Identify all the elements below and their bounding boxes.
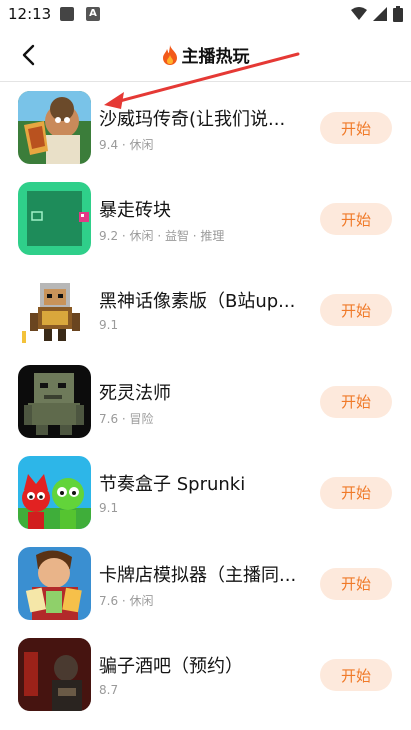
game-meta: 9.1	[99, 500, 119, 515]
start-button[interactable]: 开始	[320, 567, 392, 600]
page-title: 主播热玩	[181, 47, 250, 67]
list-item[interactable]: 沙威玛传奇(让我们说... 9.4 · 休闲 开始	[0, 82, 411, 173]
game-name: 骗子酒吧（预约）	[99, 656, 243, 678]
game-meta: 9.1	[99, 318, 119, 333]
list-item[interactable]: 骗子酒吧（预约） 8.7 开始	[0, 629, 411, 720]
game-name: 黑神话像素版（B站up...	[99, 291, 296, 313]
app-notification-icon: A	[86, 7, 100, 21]
start-button[interactable]: 开始	[320, 659, 392, 692]
status-bar: 12:13 A	[0, 0, 411, 30]
start-button[interactable]: 开始	[320, 294, 392, 327]
game-name: 沙威玛传奇(让我们说...	[99, 109, 286, 130]
game-thumbnail-sprunki	[18, 455, 91, 529]
list-item[interactable]: 黑神话像素版（B站up... 9.1 开始	[0, 264, 411, 355]
start-button[interactable]: 开始	[320, 203, 392, 236]
game-thumbnail-liars-bar	[18, 638, 91, 712]
game-meta: 9.4 · 休闲	[99, 138, 154, 152]
start-button[interactable]: 开始	[320, 476, 392, 509]
game-meta: 7.6 · 冒险	[99, 411, 154, 426]
game-name: 暴走砖块	[99, 200, 171, 222]
game-name: 节奏盒子 Sprunki	[99, 473, 246, 495]
status-time: 12:13	[8, 5, 52, 23]
list-item[interactable]: 卡牌店模拟器（主播同... 7.6 · 休闲 开始	[0, 538, 411, 629]
notification-icon	[60, 7, 74, 21]
game-meta: 7.6 · 休闲	[99, 593, 154, 608]
game-thumbnail-brick	[18, 182, 91, 256]
game-thumbnail-wukong-pixel	[18, 273, 91, 347]
game-meta: 8.7	[99, 683, 119, 698]
header: 主播热玩	[0, 30, 411, 80]
wifi-icon	[351, 7, 367, 20]
start-button[interactable]: 开始	[320, 385, 392, 418]
battery-icon	[393, 6, 403, 22]
header-title-group: 主播热玩	[0, 42, 411, 67]
signal-icon	[373, 7, 387, 21]
fire-icon	[162, 44, 177, 65]
game-name: 死灵法师	[99, 382, 171, 404]
list-item[interactable]: 节奏盒子 Sprunki 9.1 开始	[0, 447, 411, 538]
game-thumbnail-necromancer	[18, 364, 91, 438]
list-item[interactable]: 暴走砖块 9.2 · 休闲 · 益智 · 推理 开始	[0, 173, 411, 264]
start-button[interactable]: 开始	[320, 112, 392, 144]
game-thumbnail-shawarma	[18, 91, 91, 164]
game-name: 卡牌店模拟器（主播同...	[99, 564, 297, 586]
game-meta: 9.2 · 休闲 · 益智 · 推理	[99, 229, 225, 244]
list-item[interactable]: 死灵法师 7.6 · 冒险 开始	[0, 356, 411, 447]
game-list: 沙威玛传奇(让我们说... 9.4 · 休闲 开始 暴走砖块 9.2 · 休闲 …	[0, 82, 411, 720]
game-thumbnail-card-shop	[18, 546, 91, 620]
